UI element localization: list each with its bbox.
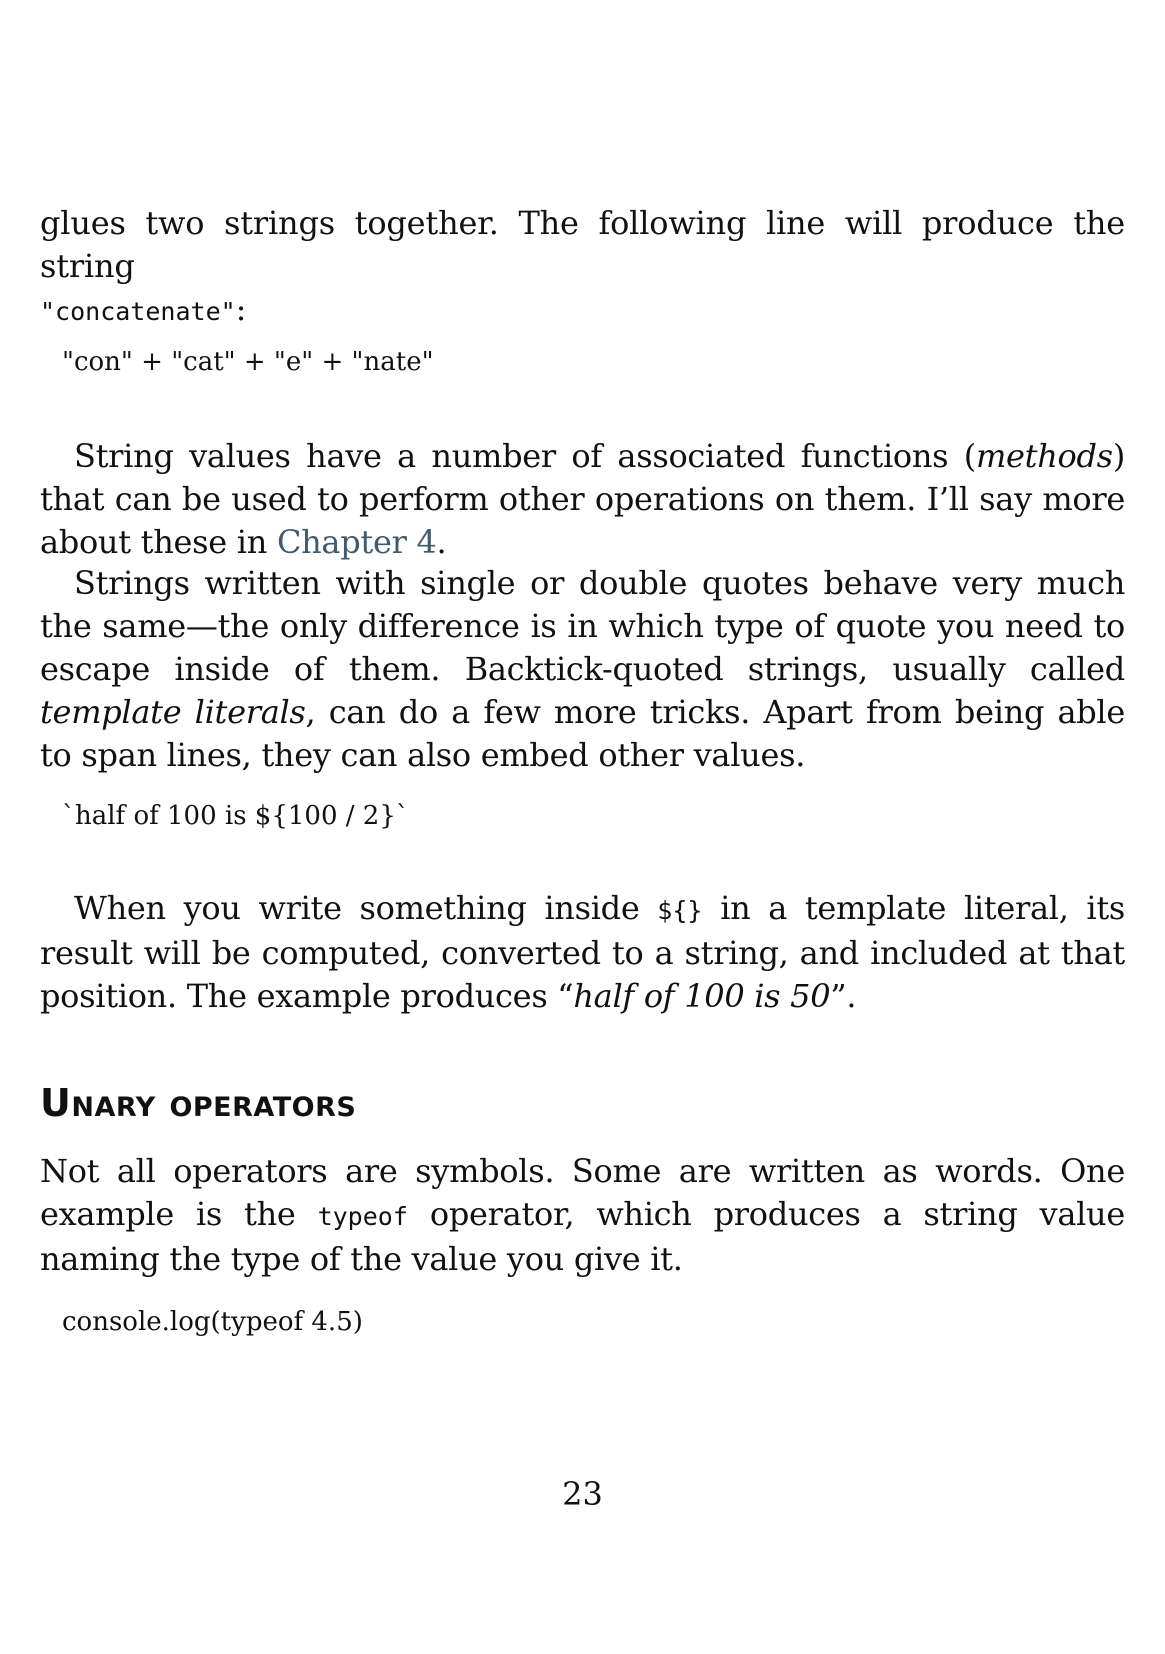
emphasis-template-literals: template literals — [40, 693, 306, 731]
paragraph-unary-operators: Not all operators are symbols. Some are … — [40, 1152, 1125, 1278]
inline-code-typeof: typeof — [317, 1202, 408, 1231]
emphasis-methods: methods — [975, 437, 1113, 475]
paragraph-string-methods: String values have a number of associate… — [40, 437, 1125, 561]
paragraph-concatenation: glues two strings together. The followin… — [40, 204, 1125, 328]
chapter-4-link[interactable]: Chapter 4 — [277, 523, 437, 561]
code-block-template-literal: `half of 100 is ${100 / 2}` — [62, 801, 409, 831]
inline-code-concatenate: "concatenate" — [40, 297, 236, 326]
paragraph-template-literals: Strings written with single or double qu… — [40, 564, 1125, 774]
code-block-typeof: console.log(typeof 4.5) — [62, 1307, 363, 1337]
code-block-concatenation: "con" + "cat" + "e" + "nate" — [62, 347, 434, 377]
paragraph-template-explanation: When you write something inside ${} in a… — [40, 889, 1125, 1015]
page-number: 23 — [562, 1475, 603, 1513]
inline-code-dollar-braces: ${} — [657, 896, 703, 925]
emphasis-half-of-100: half of 100 is 50 — [573, 977, 831, 1015]
section-heading-unary-operators: Unary operators — [40, 1081, 357, 1125]
page-content: glues two strings together. The followin… — [40, 202, 1125, 1339]
